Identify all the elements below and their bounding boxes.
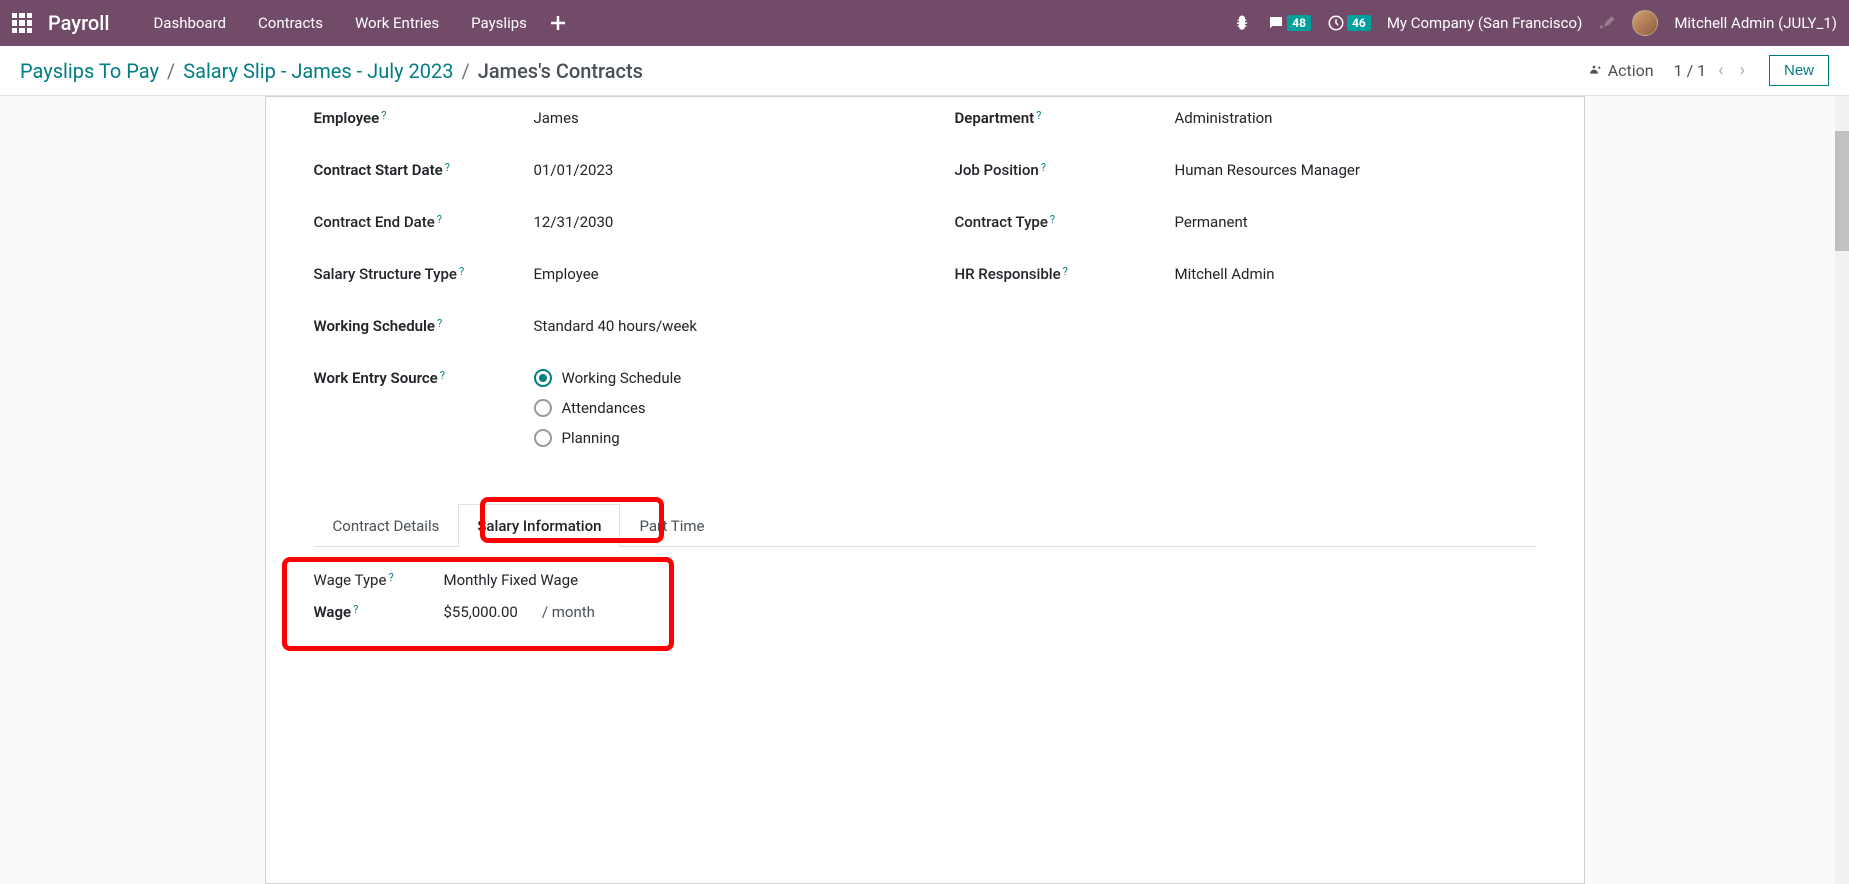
start-date-label: Contract Start Date?	[314, 157, 534, 179]
hr-responsible-value[interactable]: Mitchell Admin	[1175, 261, 1536, 283]
radio-planning[interactable]: Planning	[534, 429, 895, 447]
salary-structure-value[interactable]: Employee	[534, 261, 895, 283]
help-icon[interactable]: ?	[1041, 161, 1046, 174]
tab-salary-information[interactable]: Salary Information	[458, 504, 620, 547]
pager-next-icon[interactable]: ›	[1736, 56, 1749, 85]
nav-payslips[interactable]: Payslips	[455, 2, 543, 44]
breadcrumbs: Payslips To Pay / Salary Slip - James - …	[20, 59, 643, 83]
wage-value[interactable]: $55,000.00/ month	[444, 603, 595, 621]
tab-part-time[interactable]: Part Time	[620, 504, 723, 547]
help-icon[interactable]: ?	[1063, 265, 1068, 278]
job-position-value[interactable]: Human Resources Manager	[1175, 157, 1536, 179]
start-date-value[interactable]: 01/01/2023	[534, 157, 895, 179]
scrollbar[interactable]	[1835, 96, 1849, 884]
help-icon[interactable]: ?	[1036, 109, 1041, 122]
employee-label: Employee?	[314, 105, 534, 127]
working-schedule-value[interactable]: Standard 40 hours/week	[534, 313, 895, 335]
wage-label: Wage?	[314, 603, 444, 621]
new-app-icon[interactable]	[543, 8, 573, 38]
tabs: Contract Details Salary Information Part…	[314, 503, 1536, 547]
nav-contracts[interactable]: Contracts	[242, 2, 339, 44]
messages-icon[interactable]: 48	[1267, 14, 1311, 32]
working-schedule-label: Working Schedule?	[314, 313, 534, 335]
company-selector[interactable]: My Company (San Francisco)	[1387, 14, 1582, 32]
activities-badge: 46	[1347, 15, 1371, 31]
form-sheet: Employee? James Contract Start Date? 01/…	[265, 96, 1585, 884]
nav-work-entries[interactable]: Work Entries	[339, 2, 455, 44]
user-menu[interactable]: Mitchell Admin (JULY_1)	[1674, 14, 1837, 32]
tab-contract-details[interactable]: Contract Details	[314, 504, 459, 547]
new-button[interactable]: New	[1769, 55, 1829, 86]
job-position-label: Job Position?	[955, 157, 1175, 179]
help-icon[interactable]: ?	[353, 603, 358, 616]
help-icon[interactable]: ?	[381, 109, 386, 122]
employee-value[interactable]: James	[534, 105, 895, 127]
content-area: Employee? James Contract Start Date? 01/…	[0, 96, 1849, 884]
tools-icon[interactable]	[1598, 14, 1616, 32]
breadcrumb-current: James's Contracts	[478, 59, 643, 83]
help-icon[interactable]: ?	[459, 265, 464, 278]
pager-count[interactable]: 1 / 1	[1674, 61, 1707, 80]
end-date-label: Contract End Date?	[314, 209, 534, 231]
work-entry-source-radio-group: Working Schedule Attendances Planning	[534, 369, 895, 447]
apps-icon[interactable]	[12, 13, 32, 33]
help-icon[interactable]: ?	[437, 213, 442, 226]
pager-prev-icon[interactable]: ‹	[1714, 56, 1727, 85]
wage-type-value[interactable]: Monthly Fixed Wage	[444, 571, 579, 589]
hr-responsible-label: HR Responsible?	[955, 261, 1175, 283]
topbar: Payroll Dashboard Contracts Work Entries…	[0, 0, 1849, 46]
help-icon[interactable]: ?	[445, 161, 450, 174]
radio-working-schedule[interactable]: Working Schedule	[534, 369, 895, 387]
department-value[interactable]: Administration	[1175, 105, 1536, 127]
contract-type-label: Contract Type?	[955, 209, 1175, 231]
end-date-value[interactable]: 12/31/2030	[534, 209, 895, 231]
help-icon[interactable]: ?	[440, 369, 445, 382]
contract-type-value[interactable]: Permanent	[1175, 209, 1536, 231]
activities-icon[interactable]: 46	[1327, 14, 1371, 32]
nav-dashboard[interactable]: Dashboard	[137, 2, 242, 44]
control-panel: Payslips To Pay / Salary Slip - James - …	[0, 46, 1849, 96]
pager: 1 / 1 ‹ ›	[1674, 56, 1749, 85]
user-avatar[interactable]	[1632, 10, 1658, 36]
help-icon[interactable]: ?	[437, 317, 442, 330]
radio-attendances[interactable]: Attendances	[534, 399, 895, 417]
department-label: Department?	[955, 105, 1175, 127]
help-icon[interactable]: ?	[388, 571, 393, 584]
tab-content-salary: Wage Type? Monthly Fixed Wage Wage? $55,…	[314, 547, 1536, 659]
breadcrumb-payslips-to-pay[interactable]: Payslips To Pay	[20, 59, 159, 83]
action-dropdown[interactable]: Action	[1586, 61, 1654, 80]
app-name[interactable]: Payroll	[48, 11, 109, 35]
salary-structure-label: Salary Structure Type?	[314, 261, 534, 283]
scrollbar-thumb[interactable]	[1835, 131, 1849, 251]
debug-icon[interactable]	[1233, 14, 1251, 32]
help-icon[interactable]: ?	[1050, 213, 1055, 226]
wage-type-label: Wage Type?	[314, 571, 444, 589]
work-entry-source-label: Work Entry Source?	[314, 365, 534, 387]
messages-badge: 48	[1287, 15, 1311, 31]
breadcrumb-salary-slip[interactable]: Salary Slip - James - July 2023	[183, 59, 453, 83]
